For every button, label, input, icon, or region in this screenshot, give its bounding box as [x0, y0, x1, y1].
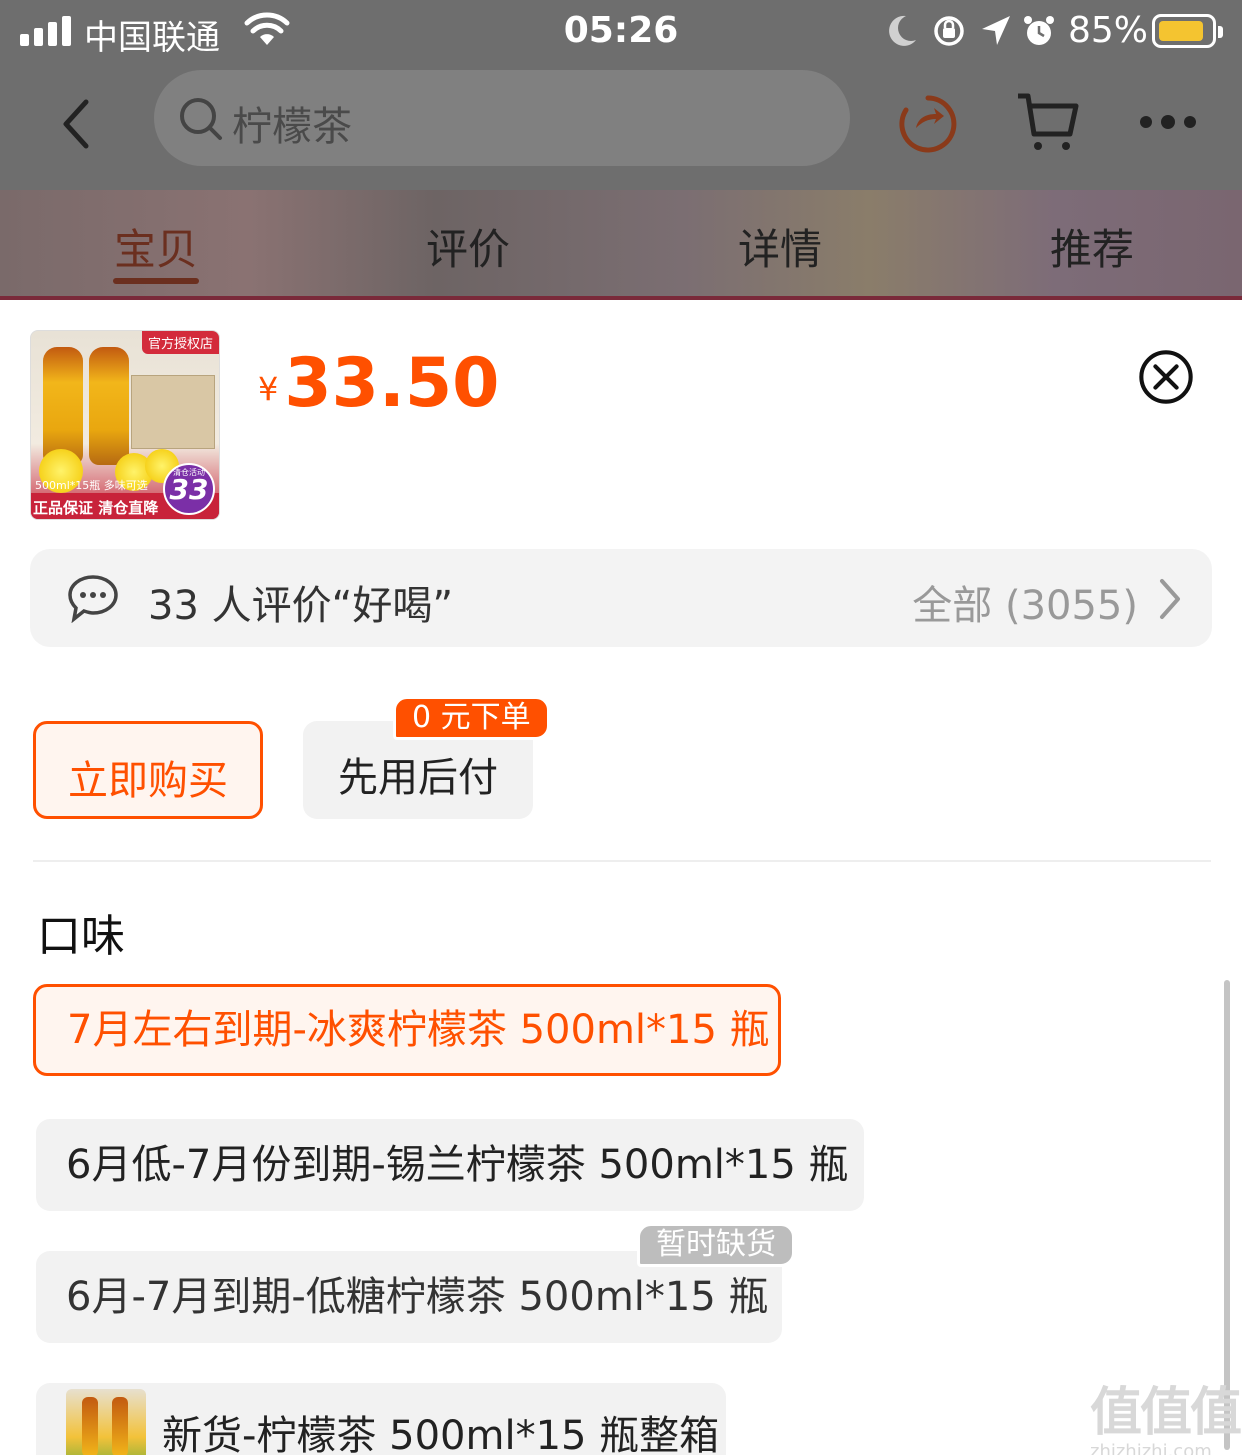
official-store-badge: 官方授权店: [141, 331, 219, 354]
battery-icon: [1152, 14, 1223, 48]
watermark: 值值值 zhizhizhi.com: [1090, 1383, 1242, 1455]
more-icon[interactable]: [1138, 114, 1198, 130]
option-thumbnail: [66, 1389, 146, 1455]
divider: [33, 860, 1211, 862]
search-query: 柠檬茶: [232, 104, 352, 150]
review-summary-bar[interactable]: 33 人评价“好喝” 全部 (3055): [30, 549, 1212, 647]
share-icon[interactable]: [894, 92, 960, 154]
tab-item[interactable]: 宝贝: [76, 216, 236, 277]
product-price: ¥33.50: [258, 344, 499, 423]
tab-bar: 宝贝 评价 详情 推荐: [0, 210, 1242, 290]
top-nav: 柠檬茶: [0, 68, 1242, 178]
search-bar[interactable]: 柠檬茶: [154, 70, 850, 166]
close-icon[interactable]: [1139, 350, 1193, 404]
product-thumbnail[interactable]: 官方授权店 500ml*15瓶 多味可选 正品保证 清仓直降 清仓活动 33: [30, 330, 220, 520]
back-icon[interactable]: [56, 96, 96, 152]
tab-details[interactable]: 详情: [700, 216, 860, 277]
zero-yuan-order-tag: 0 元下单: [393, 696, 550, 740]
promo-circle-badge: 清仓活动 33: [163, 463, 215, 515]
buy-now-label: 立即购买: [68, 758, 228, 804]
search-icon: [180, 98, 222, 140]
moon-icon: [889, 15, 916, 46]
location-icon: [982, 16, 1010, 45]
battery-percentage: 85%: [1068, 10, 1149, 51]
sku-selection-sheet: 官方授权店 500ml*15瓶 多味可选 正品保证 清仓直降 清仓活动 33 ¥…: [0, 300, 1242, 1455]
dimmed-background[interactable]: 中国联通 05:26 85% 柠檬茶 宝贝 评价 详情 推荐: [0, 0, 1242, 300]
chat-bubble-icon: [68, 575, 118, 623]
flavor-option-selected[interactable]: 7月左右到期-冰爽柠檬茶 500ml*15 瓶: [33, 984, 781, 1076]
review-highlight: 33 人评价“好喝”: [148, 583, 454, 629]
active-tab-indicator: [113, 278, 199, 284]
out-of-stock-tag: 暂时缺货: [637, 1223, 795, 1267]
flavor-option[interactable]: 新货-柠檬茶 500ml*15 瓶整箱: [36, 1383, 726, 1455]
tab-recommend[interactable]: 推荐: [1012, 216, 1172, 277]
flavor-option[interactable]: 6月低-7月份到期-锡兰柠檬茶 500ml*15 瓶: [36, 1119, 864, 1211]
orientation-lock-icon: [934, 16, 964, 46]
status-bar: 中国联通 05:26 85%: [0, 0, 1242, 64]
flavor-option-label: 新货-柠檬茶 500ml*15 瓶整箱: [162, 1413, 720, 1455]
alarm-icon: [1024, 16, 1054, 45]
pay-later-label: 先用后付: [338, 755, 498, 801]
cart-icon[interactable]: [1014, 90, 1080, 156]
buy-now-button[interactable]: 立即购买: [33, 721, 263, 819]
all-reviews-count: 全部 (3055): [912, 583, 1138, 629]
tab-reviews[interactable]: 评价: [388, 216, 548, 277]
chevron-right-icon: [1160, 579, 1180, 619]
thumb-guarantee-text: 正品保证 清仓直降: [33, 499, 159, 517]
price-value: 33.50: [284, 344, 500, 423]
flavor-section-title: 口味: [37, 911, 125, 962]
currency-symbol: ¥: [258, 370, 279, 408]
thumb-spec-text: 500ml*15瓶 多味可选: [35, 479, 148, 492]
